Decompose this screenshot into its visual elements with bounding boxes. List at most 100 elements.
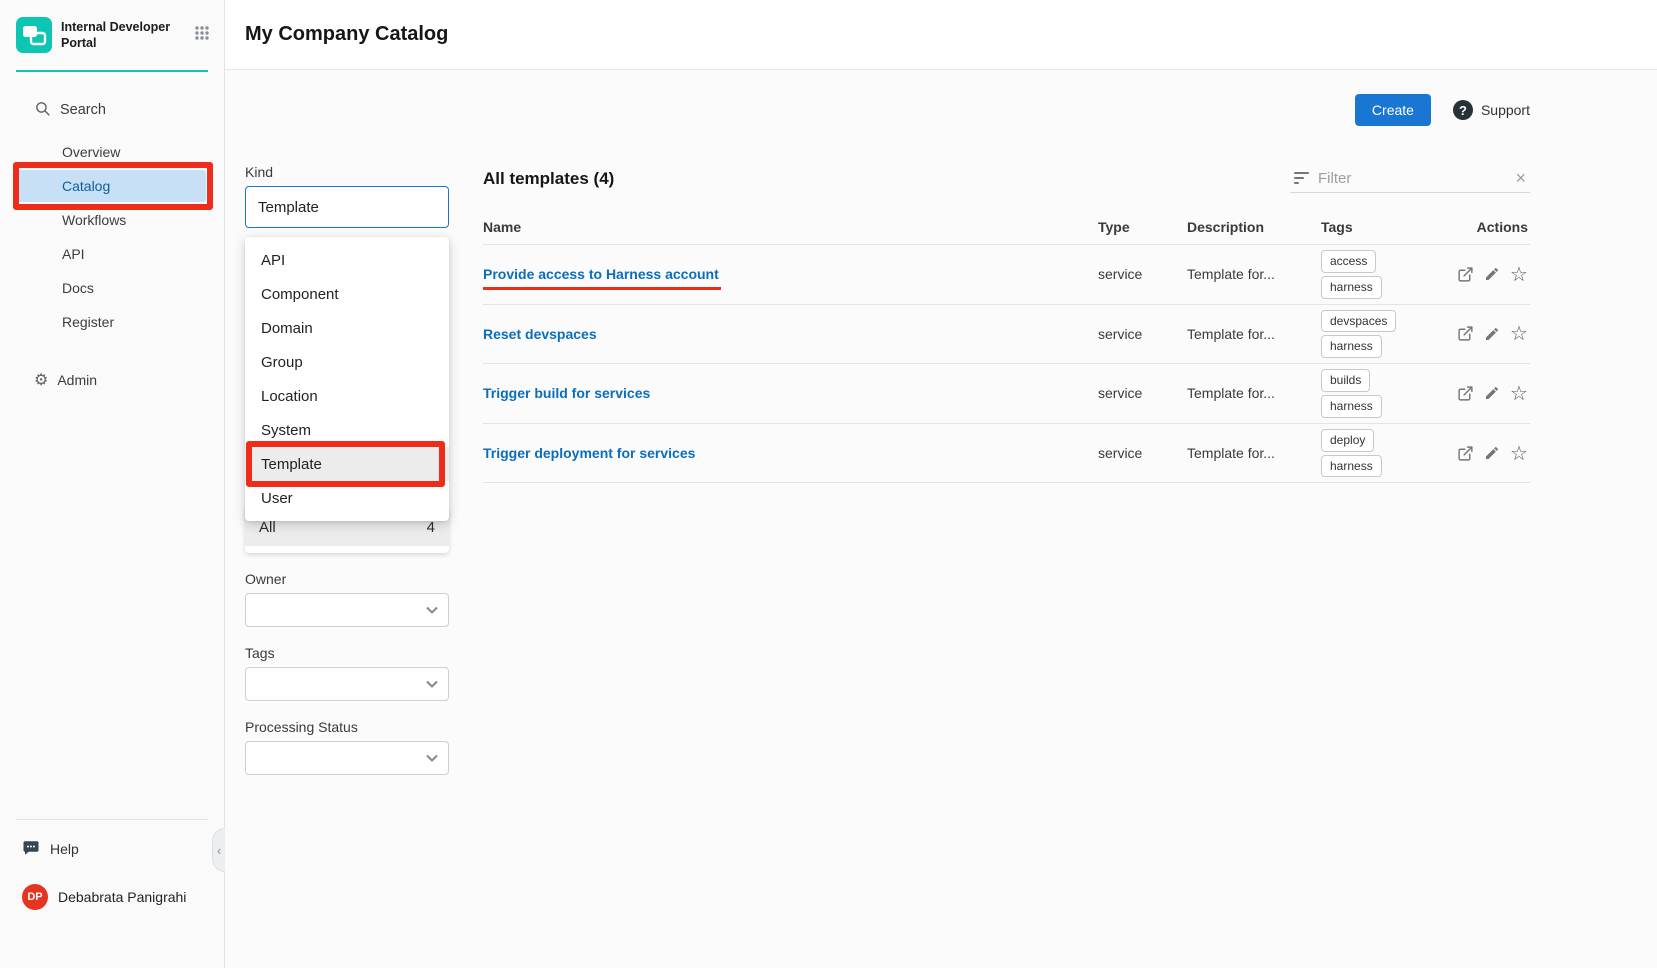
processing-status-filter-section: Processing Status [245,719,449,775]
create-button[interactable]: Create [1355,94,1431,126]
sidebar-item-api[interactable]: API [16,238,206,270]
row-description: Template for... [1187,326,1321,342]
row-name-wrap: Reset devspaces [483,326,597,342]
help-button[interactable]: Help [16,834,208,864]
row-tags-cell: deployharness [1321,424,1438,483]
row-actions: ☆ [1438,444,1530,462]
kind-option-api[interactable]: API [245,243,449,277]
row-type: service [1098,326,1187,342]
chevron-down-icon [426,675,438,693]
sidebar-item-admin[interactable]: ⚙ Admin [0,364,224,396]
row-description: Template for... [1187,385,1321,401]
open-template-icon[interactable] [1456,265,1474,283]
sidebar-item-overview[interactable]: Overview [16,136,206,168]
edit-icon[interactable] [1483,384,1501,402]
content: Create ? Support Kind Template APICompon… [225,70,1657,968]
user-name: Debabrata Panigrahi [58,889,186,905]
tag-chip: devspaces [1321,310,1396,333]
clear-filter-icon[interactable]: × [1515,169,1526,187]
tags-label: Tags [245,645,449,661]
table-row: Trigger build for servicesserviceTemplat… [483,364,1530,424]
row-actions: ☆ [1438,265,1530,283]
edit-icon[interactable] [1483,444,1501,462]
column-header-tags[interactable]: Tags [1321,219,1438,235]
top-bar: My Company Catalog [225,0,1657,70]
kind-option-component[interactable]: Component [245,277,449,311]
star-icon[interactable]: ☆ [1510,384,1528,402]
open-template-icon[interactable] [1456,384,1474,402]
row-name-cell: Provide access to Harness account [483,266,1098,282]
tag-chip: harness [1321,276,1382,299]
annotation-box-catalog [13,162,213,210]
sidebar-item-register[interactable]: Register [16,306,206,338]
edit-icon[interactable] [1483,265,1501,283]
processing-status-select[interactable] [245,741,449,775]
kind-option-label: Group [261,354,303,371]
star-icon[interactable]: ☆ [1510,444,1528,462]
row-type: service [1098,445,1187,461]
kind-select[interactable]: Template [245,186,449,228]
star-icon[interactable]: ☆ [1510,265,1528,283]
owner-select[interactable] [245,593,449,627]
table-header-row: All templates (4) × [483,164,1530,193]
sidebar-item-label: Overview [62,144,120,160]
catalog-table-body: Provide access to Harness account service… [483,245,1530,483]
gear-icon: ⚙ [34,370,48,390]
template-link[interactable]: Provide access to Harness account [483,266,719,282]
app-root: Internal Developer Portal Search [0,0,1657,968]
user-menu[interactable]: DP Debabrata Panigrahi [16,884,208,910]
sidebar-item-label: API [62,246,85,262]
search-label: Search [60,102,106,118]
column-header-type[interactable]: Type [1098,219,1187,235]
star-icon[interactable]: ☆ [1510,325,1528,343]
kind-option-label: Component [261,286,339,303]
kind-option-label: User [261,490,293,507]
tags-select[interactable] [245,667,449,701]
main-area: My Company Catalog Create ? Support Kind… [225,0,1657,968]
body-row: Kind Template APIComponentDomainGroupLoc… [245,164,1530,775]
catalog-table-panel: All templates (4) × Name Type Descriptio… [483,164,1530,483]
chevron-left-icon: ‹ [217,843,221,858]
apps-grid-icon[interactable] [194,25,210,46]
app-title-line2: Portal [61,36,96,50]
kind-select-value: Template [258,199,319,216]
filter-list-icon [1294,172,1309,184]
tag-chip: deploy [1321,429,1374,452]
kind-all-count: 4 [427,519,435,536]
sidebar-item-workflows[interactable]: Workflows [16,204,206,236]
sidebar-footer: Help DP Debabrata Panigrahi [0,819,224,968]
row-tags-cell: buildsharness [1321,364,1438,423]
sidebar-collapse-handle[interactable]: ‹ [212,828,225,872]
support-button[interactable]: ? Support [1453,100,1530,120]
table-row: Provide access to Harness accountservice… [483,245,1530,305]
template-link[interactable]: Trigger deployment for services [483,445,695,461]
kind-option-user[interactable]: User [245,481,449,515]
kind-option-group[interactable]: Group [245,345,449,379]
row-tags-cell: devspacesharness [1321,305,1438,364]
sidebar-item-search[interactable]: Search [16,94,206,126]
kind-option-label: Domain [261,320,313,337]
sidebar-item-docs[interactable]: Docs [16,272,206,304]
annotation-underline-name [483,287,721,290]
kind-option-system[interactable]: System [245,413,449,447]
column-header-description[interactable]: Description [1187,219,1321,235]
row-name-cell: Reset devspaces [483,326,1098,342]
template-link[interactable]: Reset devspaces [483,326,597,342]
owner-filter-section: Owner [245,571,449,627]
sidebar-header: Internal Developer Portal [0,0,224,70]
owner-label: Owner [245,571,449,587]
table-filter-input[interactable] [1318,170,1506,187]
edit-icon[interactable] [1483,325,1501,343]
kind-option-template[interactable]: Template [245,447,449,481]
row-actions: ☆ [1438,384,1530,402]
table-title: All templates (4) [483,169,614,189]
kind-option-domain[interactable]: Domain [245,311,449,345]
row-name-wrap: Trigger build for services [483,385,650,401]
kind-all-label: All [259,519,276,536]
template-link[interactable]: Trigger build for services [483,385,650,401]
open-template-icon[interactable] [1456,325,1474,343]
kind-option-location[interactable]: Location [245,379,449,413]
column-header-name[interactable]: Name [483,219,1098,235]
open-template-icon[interactable] [1456,444,1474,462]
sidebar-item-catalog[interactable]: Catalog [16,170,206,202]
